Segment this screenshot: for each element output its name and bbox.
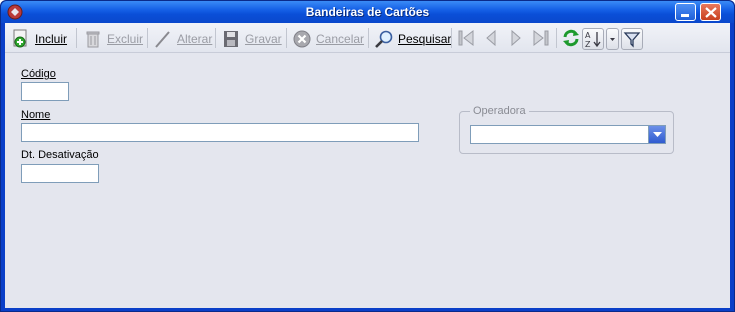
next-record-icon bbox=[511, 29, 521, 47]
operadora-dropdown-button[interactable] bbox=[648, 126, 665, 143]
pencil-icon bbox=[153, 29, 173, 49]
last-record-button[interactable] bbox=[532, 28, 550, 48]
excluir-button[interactable]: Excluir bbox=[83, 28, 143, 50]
sort-button[interactable]: A Z bbox=[582, 28, 604, 50]
sort-dropdown-button[interactable] bbox=[606, 28, 619, 50]
toolbar-separator bbox=[368, 28, 369, 48]
minimize-icon bbox=[681, 14, 689, 17]
operadora-legend: Operadora bbox=[470, 105, 529, 117]
toolbar-separator bbox=[556, 28, 557, 48]
close-icon bbox=[705, 7, 717, 18]
next-record-button[interactable] bbox=[507, 28, 525, 48]
toolbar-separator bbox=[451, 28, 452, 48]
nome-input[interactable] bbox=[21, 123, 419, 142]
dt-desativacao-input[interactable] bbox=[21, 164, 99, 183]
toolbar-separator bbox=[147, 28, 148, 48]
chevron-down-icon bbox=[653, 132, 662, 137]
refresh-button[interactable] bbox=[561, 28, 581, 48]
filter-icon bbox=[623, 32, 641, 48]
toolbar-separator bbox=[76, 28, 77, 48]
incluir-button[interactable]: Incluir bbox=[11, 28, 67, 50]
incluir-label: Incluir bbox=[35, 32, 68, 46]
dt-desativacao-label: Dt. Desativação bbox=[21, 149, 99, 161]
codigo-label: Código bbox=[21, 68, 56, 80]
toolbar-separator bbox=[286, 28, 287, 48]
trash-icon bbox=[83, 29, 103, 49]
gravar-button[interactable]: Gravar bbox=[221, 28, 282, 50]
svg-text:Z: Z bbox=[585, 40, 591, 49]
cancelar-button[interactable]: Cancelar bbox=[292, 28, 364, 50]
svg-text:A: A bbox=[585, 31, 591, 40]
pesquisar-button[interactable]: Pesquisar bbox=[374, 28, 451, 50]
alterar-label: Alterar bbox=[177, 32, 213, 46]
add-document-icon bbox=[11, 29, 31, 49]
dropdown-arrow-icon bbox=[610, 38, 615, 41]
title-bar[interactable]: Bandeiras de Cartões bbox=[1, 1, 734, 23]
first-record-icon bbox=[458, 29, 474, 47]
sort-icon: A Z bbox=[585, 31, 601, 49]
last-record-icon bbox=[533, 29, 549, 47]
cancel-icon bbox=[292, 29, 312, 49]
previous-record-button[interactable] bbox=[482, 28, 500, 48]
cancelar-label: Cancelar bbox=[316, 32, 365, 46]
client-area: Incluir Excluir Alterar Gravar Cancelar … bbox=[5, 23, 730, 308]
filter-button[interactable] bbox=[621, 28, 643, 50]
operadora-group: Operadora bbox=[459, 105, 674, 154]
gravar-label: Gravar bbox=[245, 32, 282, 46]
pesquisar-label: Pesquisar bbox=[398, 32, 452, 46]
close-button[interactable] bbox=[700, 3, 721, 21]
first-record-button[interactable] bbox=[457, 28, 475, 48]
excluir-label: Excluir bbox=[107, 32, 144, 46]
nome-label: Nome bbox=[21, 109, 51, 121]
alterar-button[interactable]: Alterar bbox=[153, 28, 212, 50]
magnifier-icon bbox=[374, 29, 394, 49]
app-window: Bandeiras de Cartões Incluir Excluir Alt… bbox=[0, 0, 735, 312]
toolbar-separator bbox=[215, 28, 216, 48]
operadora-select[interactable] bbox=[470, 125, 666, 144]
save-icon bbox=[221, 29, 241, 49]
codigo-input[interactable] bbox=[21, 82, 69, 101]
refresh-icon bbox=[563, 29, 579, 47]
minimize-button[interactable] bbox=[675, 3, 696, 21]
window-title: Bandeiras de Cartões bbox=[305, 5, 430, 19]
toolbar: Incluir Excluir Alterar Gravar Cancelar … bbox=[5, 23, 730, 53]
previous-record-icon bbox=[486, 29, 496, 47]
